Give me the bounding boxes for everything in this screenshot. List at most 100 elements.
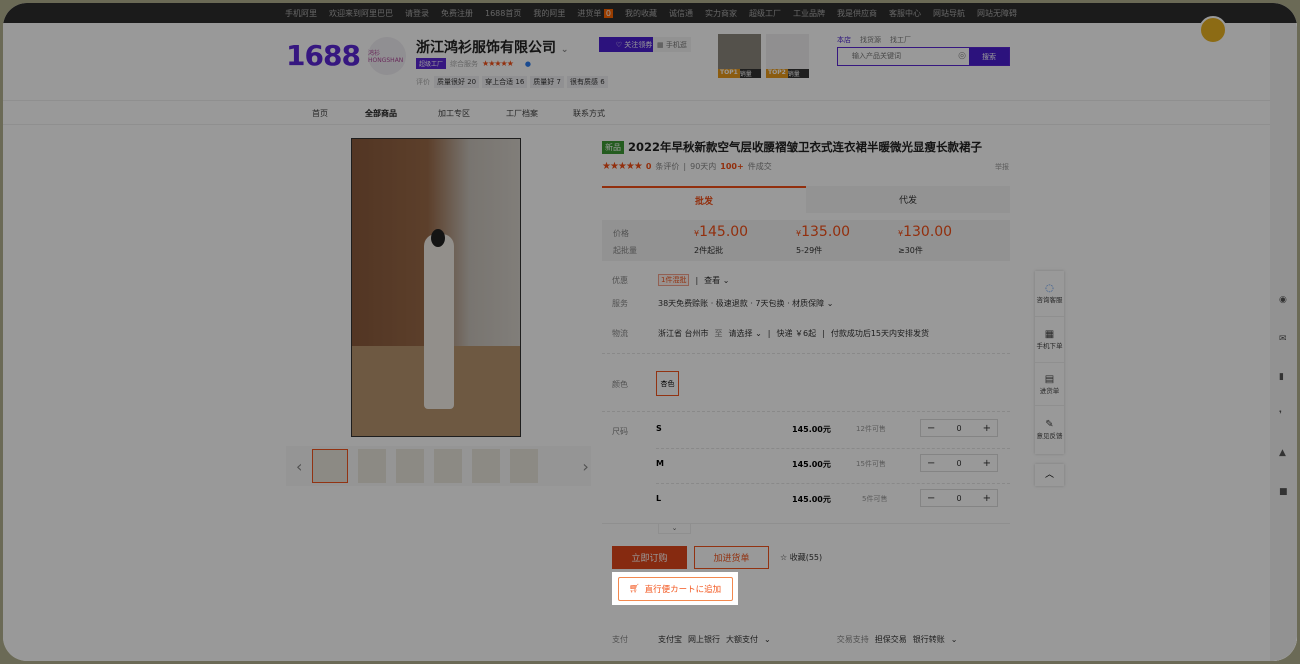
- edit-icon: ✎: [1045, 418, 1054, 430]
- quantity-input[interactable]: 0: [956, 494, 961, 503]
- site-logo[interactable]: 1688: [286, 39, 361, 72]
- user-icon[interactable]: ◉: [1279, 295, 1287, 305]
- topbar-super-factory[interactable]: 超级工厂: [749, 8, 781, 19]
- price-value: 130.00: [903, 224, 953, 240]
- color-label: 颜色: [612, 380, 628, 389]
- direct-cart-button[interactable]: 🛒︎ 直行便カートに追加: [617, 576, 733, 601]
- topbar-my-ali[interactable]: 我的阿里: [533, 8, 565, 19]
- bookmark-icon[interactable]: ▮: [1279, 372, 1284, 382]
- topbar-supplier[interactable]: 我是供应商: [837, 8, 877, 19]
- topbar-site-nav[interactable]: 网站导航: [933, 8, 965, 19]
- search-button[interactable]: 搜索: [969, 48, 1009, 65]
- chevron-right-icon[interactable]: ›: [582, 457, 588, 476]
- purchase-mode-tabs: 批发 代发: [602, 186, 1010, 213]
- minus-button[interactable]: −: [927, 423, 935, 434]
- bell-icon[interactable]: ▲: [1279, 448, 1286, 458]
- topbar-accessibility[interactable]: 网站无障碍: [977, 8, 1017, 19]
- camera-icon[interactable]: ◎: [955, 48, 969, 65]
- tab-find-factory[interactable]: 找工厂: [890, 35, 911, 45]
- main-product-image[interactable]: [351, 138, 521, 437]
- highlight-spotlight: 🛒︎ 直行便カートに追加: [612, 572, 738, 605]
- quantity-input[interactable]: 0: [956, 459, 961, 468]
- thumbnail[interactable]: [510, 449, 539, 483]
- nav-contact[interactable]: 联系方式: [573, 108, 605, 119]
- thumbnail-video[interactable]: [312, 449, 349, 483]
- topbar-login-link[interactable]: 请登录: [405, 8, 429, 19]
- topbar-favorites[interactable]: 我的收藏: [625, 8, 657, 19]
- star-icon: ☆: [780, 553, 788, 562]
- size-name: M: [656, 459, 664, 468]
- thumbnail[interactable]: [472, 449, 501, 483]
- assistant-avatar[interactable]: [1199, 16, 1227, 44]
- nav-factory-profile[interactable]: 工厂档案: [506, 108, 538, 119]
- pay-method: 网上银行: [688, 635, 720, 644]
- chat-icon: ◌: [1045, 283, 1054, 294]
- mobile-label: 手机逛: [665, 41, 687, 49]
- nav-home[interactable]: 首页: [312, 108, 328, 119]
- review-tag: 很有质感 6: [566, 76, 608, 88]
- topbar-mobile-link[interactable]: 手机阿里: [285, 8, 317, 19]
- minus-button[interactable]: −: [927, 493, 935, 504]
- review-count-label[interactable]: 条评价: [655, 161, 679, 172]
- image-model-head: [431, 229, 445, 247]
- tab-find-goods[interactable]: 找货源: [860, 35, 881, 45]
- expand-sizes-chevron-icon[interactable]: ⌄: [658, 524, 691, 534]
- size-price: 145.00元: [792, 460, 831, 469]
- plus-button[interactable]: +: [983, 423, 991, 434]
- color-option[interactable]: 杏色: [656, 371, 679, 396]
- price-label: 价格: [613, 229, 629, 238]
- minus-button[interactable]: −: [927, 458, 935, 469]
- search-input[interactable]: [838, 48, 956, 65]
- service-dropdown[interactable]: 38天免费赊账 · 极速退款 · 7天包换 · 材质保障 ⌄: [658, 298, 833, 309]
- thumbnail[interactable]: [434, 449, 463, 483]
- report-link[interactable]: 举报: [995, 162, 1009, 172]
- hot-product-1[interactable]: TOP1 销量: [718, 34, 761, 78]
- tab-dropship[interactable]: 代发: [806, 186, 1010, 213]
- clipboard-icon: ▤: [1044, 373, 1055, 385]
- plus-button[interactable]: +: [983, 493, 991, 504]
- mail-icon[interactable]: ✉: [1279, 334, 1287, 344]
- promo-view-dropdown[interactable]: 查看 ⌄: [704, 275, 729, 286]
- mobile-order-button[interactable]: ▦ 手机下单: [1035, 317, 1064, 363]
- store-logo[interactable]: 鸿衫 HONGSHAN: [368, 37, 406, 75]
- footprint-icon[interactable]: ❜: [1279, 410, 1282, 420]
- thumbnail[interactable]: [396, 449, 425, 483]
- consult-service-button[interactable]: ◌ 咨询客服: [1035, 271, 1064, 317]
- ship-time: 付款成功后15天内安排发货: [830, 329, 930, 338]
- page: 手机阿里 欢迎来到阿里巴巴 请登录 免费注册 1688首页 我的阿里 进货单 0…: [3, 3, 1297, 661]
- tab-this-store[interactable]: 本店: [837, 35, 851, 45]
- size-stock: 15件可售: [856, 460, 886, 468]
- topbar-cart[interactable]: 进货单 0: [577, 8, 613, 19]
- trade-method[interactable]: 银行转账: [913, 634, 945, 645]
- favorite-button[interactable]: ☆ 收藏(55): [780, 552, 822, 563]
- topbar-industrial-brand[interactable]: 工业品牌: [793, 8, 825, 19]
- save-icon[interactable]: ■: [1279, 487, 1288, 497]
- super-factory-badge: 超级工厂: [416, 58, 447, 69]
- back-to-top-chevron-up-icon[interactable]: ︿: [1035, 464, 1064, 486]
- chevron-left-icon[interactable]: ‹: [296, 457, 302, 476]
- topbar-service-center[interactable]: 客服中心: [889, 8, 921, 19]
- nav-processing[interactable]: 加工专区: [438, 108, 470, 119]
- tab-wholesale[interactable]: 批发: [602, 186, 806, 213]
- rating-stars: ★★★★★: [602, 161, 643, 172]
- thumbnail[interactable]: [358, 449, 387, 483]
- service-text: 38天免费赊账 · 极速退款 · 7天包换 · 材质保障: [658, 299, 825, 308]
- company-name[interactable]: 浙江鸿衫服饰有限公司 ⌄: [416, 37, 568, 57]
- nav-all-products[interactable]: 全部商品: [365, 108, 397, 119]
- mobile-browse-button[interactable]: ▦ 手机逛: [653, 37, 691, 52]
- plus-button[interactable]: +: [983, 458, 991, 469]
- topbar-chengxintong[interactable]: 诚信通: [669, 8, 693, 19]
- feedback-button[interactable]: ✎ 意见反馈: [1035, 406, 1064, 452]
- hot-product-2[interactable]: TOP2 销量: [766, 34, 809, 78]
- pay-method[interactable]: 大额支付: [726, 634, 758, 645]
- topbar-home-link[interactable]: 1688首页: [485, 8, 521, 19]
- topbar-register-link[interactable]: 免费注册: [441, 8, 473, 19]
- topbar-strong-merchants[interactable]: 实力商家: [705, 8, 737, 19]
- chevron-down-icon: ⌄: [560, 45, 569, 55]
- review-count: 0: [645, 162, 652, 171]
- add-to-cart-button[interactable]: 加进货单: [694, 546, 769, 569]
- quantity-input[interactable]: 0: [956, 424, 961, 433]
- destination-select[interactable]: 请选择 ⌄: [729, 328, 762, 339]
- buy-now-button[interactable]: 立即订购: [612, 546, 687, 569]
- purchase-list-button[interactable]: ▤ 进货单: [1035, 363, 1064, 406]
